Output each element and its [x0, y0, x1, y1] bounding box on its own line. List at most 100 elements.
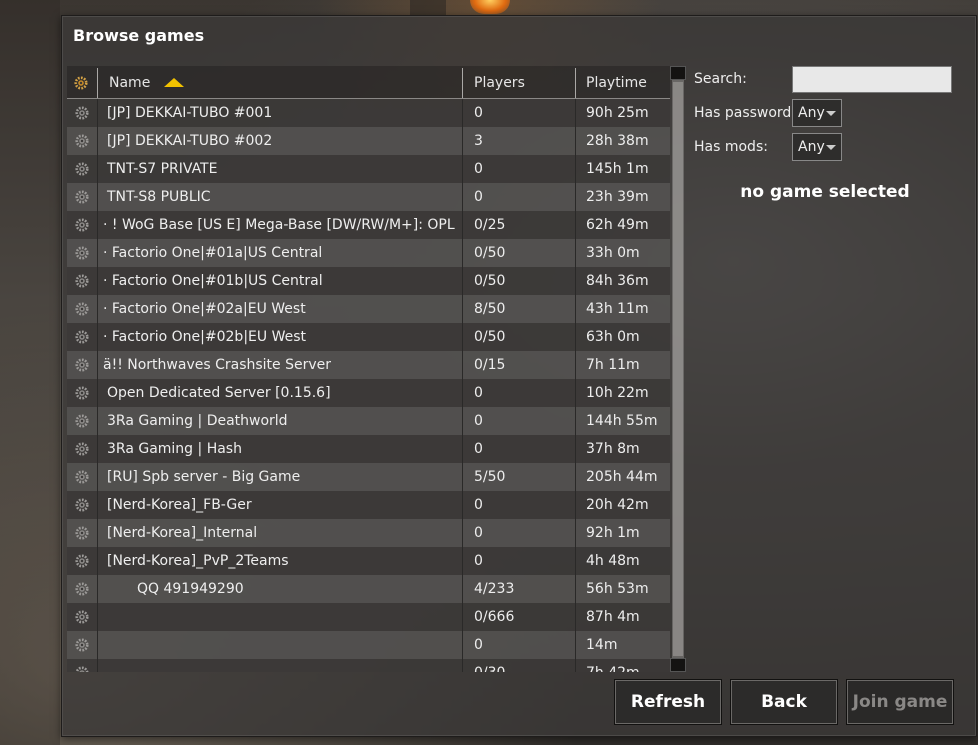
- server-players: 3: [474, 133, 483, 149]
- server-row[interactable]: · Factorio One|#02a|EU West 8/50 43h 11m: [67, 295, 670, 323]
- server-players: 0/25: [474, 217, 506, 233]
- server-players: 0: [474, 189, 483, 205]
- server-name: · Factorio One|#02b|EU West: [103, 329, 306, 345]
- search-input[interactable]: [792, 66, 952, 93]
- server-settings-gear-icon[interactable]: [67, 631, 97, 659]
- column-separator: [575, 99, 576, 672]
- server-players: 5/50: [474, 469, 506, 485]
- server-row[interactable]: · Factorio One|#01a|US Central 0/50 33h 0m: [67, 239, 670, 267]
- server-settings-gear-icon[interactable]: [67, 211, 97, 239]
- server-row[interactable]: [Nerd-Korea]_Internal 0 92h 1m: [67, 519, 670, 547]
- server-settings-gear-icon[interactable]: [67, 239, 97, 267]
- server-settings-gear-icon[interactable]: [67, 267, 97, 295]
- server-players: 0: [474, 441, 483, 457]
- server-row[interactable]: 0 14m: [67, 631, 670, 659]
- server-settings-gear-icon[interactable]: [67, 435, 97, 463]
- server-playtime: 90h 25m: [586, 105, 649, 121]
- server-row[interactable]: QQ 491949290 4/233 56h 53m: [67, 575, 670, 603]
- back-button[interactable]: Back: [731, 680, 837, 724]
- server-settings-gear-icon[interactable]: [67, 183, 97, 211]
- header-separator: [97, 68, 98, 98]
- game-details-empty: no game selected: [740, 182, 910, 202]
- server-settings-gear-icon[interactable]: [67, 575, 97, 603]
- server-playtime: 43h 11m: [586, 301, 649, 317]
- server-name: QQ 491949290: [137, 581, 244, 597]
- server-players: 0: [474, 497, 483, 513]
- has-password-dropdown[interactable]: Any: [792, 99, 842, 127]
- server-players: 4/233: [474, 581, 515, 597]
- server-name: TNT-S7 PRIVATE: [107, 161, 218, 177]
- column-header-name[interactable]: Name: [109, 68, 185, 98]
- server-players: 0/15: [474, 357, 506, 373]
- server-row[interactable]: ä!! Northwaves Crashsite Server 0/15 7h 11…: [67, 351, 670, 379]
- server-settings-gear-icon[interactable]: [67, 659, 97, 672]
- server-row[interactable]: TNT-S8 PUBLIC 0 23h 39m: [67, 183, 670, 211]
- server-rows: [JP] DEKKAI-TUBO #001 0 90h 25m [JP] DEKKAI…: [67, 99, 670, 672]
- server-row[interactable]: · ! WoG Base [US E] Mega-Base [DW/RW/M+]…: [67, 211, 670, 239]
- server-settings-gear-icon[interactable]: [67, 547, 97, 575]
- server-players: 0: [474, 413, 483, 429]
- server-row[interactable]: 0/666 87h 4m: [67, 603, 670, 631]
- window-title: Browse games: [73, 26, 205, 45]
- server-playtime: 144h 55m: [586, 413, 658, 429]
- server-playtime: 20h 42m: [586, 497, 649, 513]
- server-settings-gear-icon[interactable]: [67, 127, 97, 155]
- chevron-down-icon: [826, 111, 836, 116]
- server-settings-gear-icon[interactable]: [67, 155, 97, 183]
- server-name: [JP] DEKKAI-TUBO #002: [107, 133, 273, 149]
- server-settings-gear-icon[interactable]: [67, 295, 97, 323]
- server-playtime: 7h 42m: [586, 659, 670, 672]
- header-settings-gear-icon[interactable]: [74, 68, 96, 98]
- server-row[interactable]: · Factorio One|#01b|US Central 0/50 84h 36…: [67, 267, 670, 295]
- scroll-up-button[interactable]: [670, 66, 686, 80]
- server-playtime: 63h 0m: [586, 329, 640, 345]
- server-playtime: 84h 36m: [586, 273, 649, 289]
- server-row[interactable]: [JP] DEKKAI-TUBO #001 0 90h 25m: [67, 99, 670, 127]
- server-row[interactable]: TNT-S7 PRIVATE 0 145h 1m: [67, 155, 670, 183]
- scroll-down-button[interactable]: [670, 658, 686, 672]
- server-settings-gear-icon[interactable]: [67, 323, 97, 351]
- server-settings-gear-icon[interactable]: [67, 603, 97, 631]
- server-playtime: 14m: [586, 637, 618, 653]
- refresh-button[interactable]: Refresh: [615, 680, 721, 724]
- server-row[interactable]: [RU] Spb server - Big Game 5/50 205h 44m: [67, 463, 670, 491]
- server-playtime: 10h 22m: [586, 385, 649, 401]
- server-row[interactable]: Open Dedicated Server [0.15.6] 0 10h 22m: [67, 379, 670, 407]
- server-row[interactable]: [Nerd-Korea]_PvP_2Teams 0 4h 48m: [67, 547, 670, 575]
- join-game-button[interactable]: Join game: [847, 680, 953, 724]
- server-playtime: 92h 1m: [586, 525, 640, 541]
- server-row[interactable]: [Nerd-Korea]_FB-Ger 0 20h 42m: [67, 491, 670, 519]
- server-players: 0: [474, 161, 483, 177]
- server-settings-gear-icon[interactable]: [67, 491, 97, 519]
- server-row[interactable]: · Factorio One|#02b|EU West 0/50 63h 0m: [67, 323, 670, 351]
- server-settings-gear-icon[interactable]: [67, 379, 97, 407]
- server-players: 0: [474, 637, 483, 653]
- server-players: 0: [474, 525, 483, 541]
- has-mods-label: Has mods:: [694, 139, 768, 155]
- server-players: 0/30: [474, 659, 584, 672]
- server-row[interactable]: [JP] DEKKAI-TUBO #002 3 28h 38m: [67, 127, 670, 155]
- server-settings-gear-icon[interactable]: [67, 463, 97, 491]
- server-row[interactable]: 3Ra Gaming | Hash 0 37h 8m: [67, 435, 670, 463]
- column-header-players[interactable]: Players: [474, 68, 525, 98]
- server-name: · ! WoG Base [US E] Mega-Base [DW/RW/M+]…: [103, 217, 459, 233]
- column-header-playtime[interactable]: Playtime: [586, 68, 647, 98]
- scroll-thumb[interactable]: [673, 82, 683, 656]
- server-settings-gear-icon[interactable]: [67, 351, 97, 379]
- server-playtime: 23h 39m: [586, 189, 649, 205]
- server-settings-gear-icon[interactable]: [67, 407, 97, 435]
- has-mods-dropdown[interactable]: Any: [792, 133, 842, 161]
- header-separator: [462, 68, 463, 98]
- list-header: Name Players Playtime: [67, 68, 670, 99]
- server-settings-gear-icon[interactable]: [67, 519, 97, 547]
- server-row[interactable]: 3Ra Gaming | Deathworld 0 144h 55m: [67, 407, 670, 435]
- server-name: ä!! Northwaves Crashsite Server: [103, 357, 332, 373]
- column-separator: [462, 99, 463, 672]
- server-settings-gear-icon[interactable]: [67, 99, 97, 127]
- server-row[interactable]: 0/307h 42m: [67, 659, 670, 672]
- server-playtime: 4h 48m: [586, 553, 640, 569]
- sort-ascending-icon: [163, 78, 184, 87]
- server-list-scrollbar[interactable]: [670, 66, 686, 672]
- has-password-label: Has password:: [694, 105, 797, 121]
- server-players: 0/50: [474, 329, 506, 345]
